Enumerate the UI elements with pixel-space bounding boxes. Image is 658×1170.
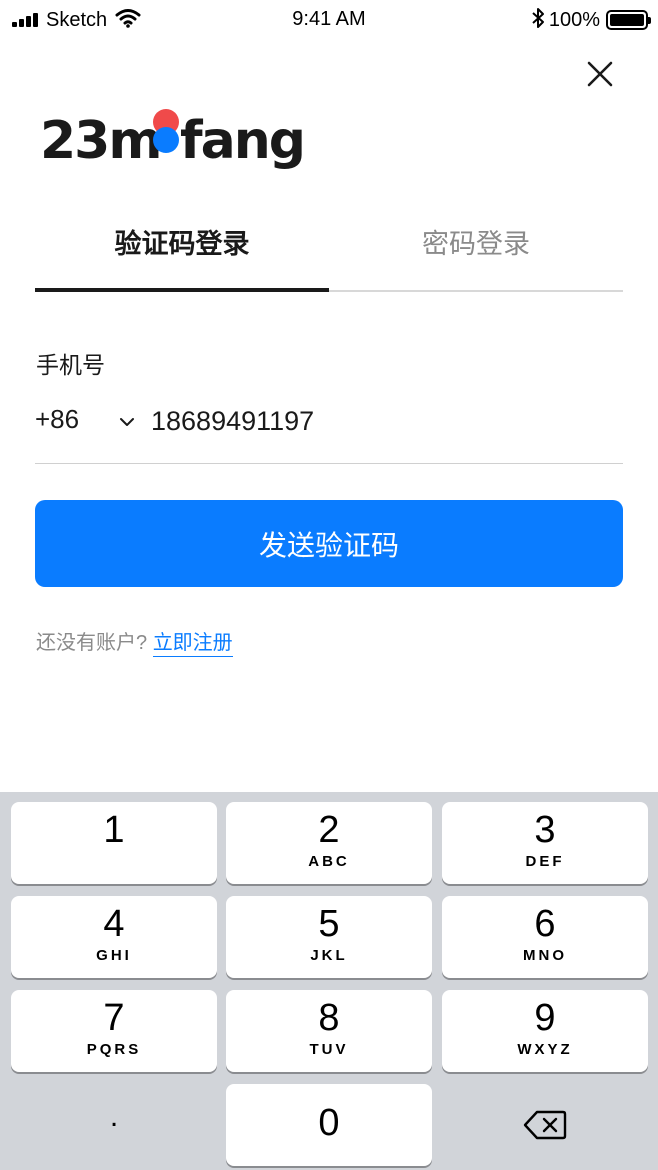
close-button[interactable] xyxy=(580,54,620,94)
key-letters: DEF xyxy=(525,853,565,870)
close-icon xyxy=(587,61,613,87)
register-prompt: 还没有账户? 立即注册 xyxy=(36,626,233,657)
key-6[interactable]: 6 MNO xyxy=(442,896,648,978)
bluetooth-icon xyxy=(531,7,545,34)
key-letters: GHI xyxy=(96,947,132,964)
key-digit: 3 xyxy=(534,809,556,851)
phone-input[interactable] xyxy=(151,398,621,444)
key-digit: 6 xyxy=(534,903,556,945)
svg-text:fang: fang xyxy=(180,111,302,171)
key-delete[interactable] xyxy=(442,1084,648,1166)
key-letters: JKL xyxy=(310,947,348,964)
tab-sms-login[interactable]: 验证码登录 xyxy=(35,208,329,292)
key-digit: 2 xyxy=(318,809,340,851)
key-3[interactable]: 3 DEF xyxy=(442,802,648,884)
key-digit: 4 xyxy=(103,903,125,945)
key-1[interactable]: 1 xyxy=(11,802,217,884)
tab-active-indicator xyxy=(35,288,329,292)
brand-logo: 23m fang xyxy=(40,102,306,172)
battery-icon xyxy=(606,10,651,30)
numeric-keyboard: 1 2 ABC 3 DEF 4 GHI 5 JKL 6 MNO 7 PQRS 8… xyxy=(0,792,658,1170)
battery-percent: 100% xyxy=(548,8,600,31)
tab-password-login[interactable]: 密码登录 xyxy=(329,208,623,292)
status-right: 100% xyxy=(531,7,651,34)
key-dot[interactable]: . xyxy=(11,1084,217,1166)
key-8[interactable]: 8 TUV xyxy=(226,990,432,1072)
login-tabs: 验证码登录 密码登录 xyxy=(35,208,623,292)
key-letters: PQRS xyxy=(86,1041,142,1058)
key-digit: 9 xyxy=(534,997,556,1039)
key-digit: 7 xyxy=(103,997,125,1039)
logo-mark-icon xyxy=(153,109,179,153)
key-digit: 1 xyxy=(103,809,125,851)
phone-field: +86 xyxy=(35,398,623,464)
register-link[interactable]: 立即注册 xyxy=(152,632,233,657)
register-prompt-text: 还没有账户? xyxy=(36,632,148,654)
key-letters: TUV xyxy=(309,1041,349,1058)
delete-backspace-icon xyxy=(523,1110,567,1140)
key-digit: . xyxy=(109,1100,119,1133)
key-5[interactable]: 5 JKL xyxy=(226,896,432,978)
key-4[interactable]: 4 GHI xyxy=(11,896,217,978)
key-7[interactable]: 7 PQRS xyxy=(11,990,217,1072)
key-digit: 8 xyxy=(318,997,340,1039)
svg-text:23m: 23m xyxy=(40,111,161,171)
battery-fill xyxy=(610,14,644,26)
phone-label: 手机号 xyxy=(36,352,105,378)
key-0[interactable]: 0 xyxy=(226,1084,432,1166)
key-digit: 5 xyxy=(318,903,340,945)
chevron-down-icon[interactable] xyxy=(117,412,137,432)
key-letters: WXYZ xyxy=(517,1041,573,1058)
key-digit: 0 xyxy=(318,1102,340,1144)
key-letters: MNO xyxy=(523,947,567,964)
key-2[interactable]: 2 ABC xyxy=(226,802,432,884)
key-9[interactable]: 9 WXYZ xyxy=(442,990,648,1072)
status-bar: Sketch 9:41 AM 100% xyxy=(0,0,658,40)
send-code-button[interactable]: 发送验证码 xyxy=(35,500,623,587)
key-letters: ABC xyxy=(308,853,350,870)
country-code-select[interactable]: +86 xyxy=(35,404,79,435)
